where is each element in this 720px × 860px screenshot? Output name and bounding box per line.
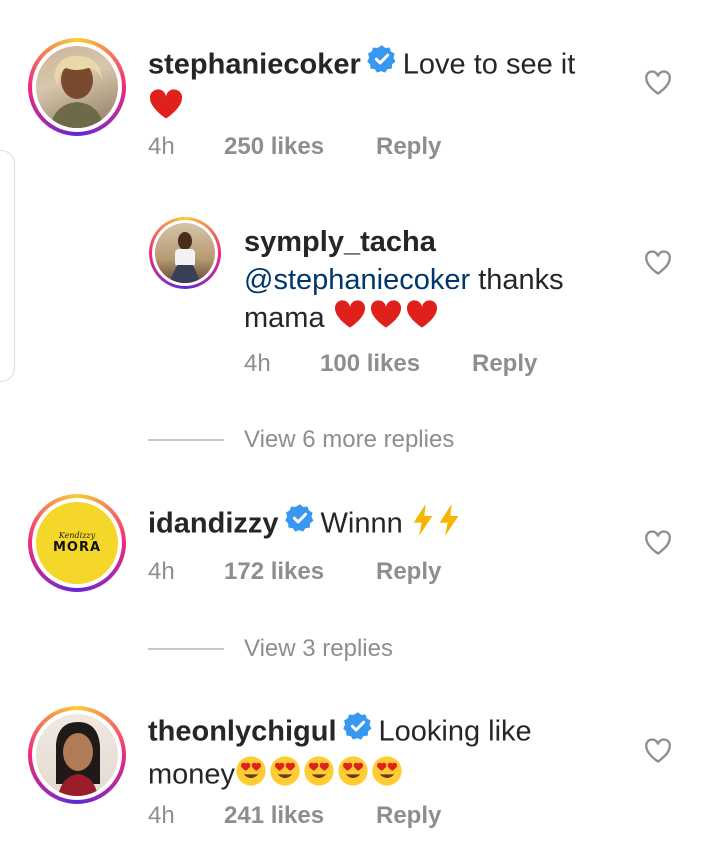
lightning-icon (411, 504, 435, 546)
reply-button[interactable]: Reply (376, 802, 441, 830)
red-heart-icon (148, 88, 184, 130)
comment-text: Winnn (320, 507, 403, 540)
likes-count[interactable]: 241 likes (224, 802, 376, 830)
reply-button[interactable]: Reply (472, 350, 537, 378)
like-heart-icon[interactable] (644, 530, 672, 556)
view-more-replies[interactable]: View 6 more replies (148, 426, 454, 454)
comment-text-line1: thanks (478, 264, 564, 296)
avatar (36, 714, 118, 796)
avatar-ring[interactable] (149, 217, 221, 289)
likes-count[interactable]: 172 likes (224, 558, 376, 586)
reply-button[interactable]: Reply (376, 133, 441, 161)
heart-eyes-icon (235, 755, 267, 797)
avatar-ring[interactable] (28, 38, 126, 136)
heart-eyes-icon (269, 755, 301, 797)
verified-badge-icon (284, 503, 315, 543)
comment-time: 4h (148, 558, 175, 585)
comment-text-line2: money (148, 758, 236, 791)
username[interactable]: stephaniecoker (148, 49, 361, 81)
reply-button[interactable]: Reply (376, 558, 441, 586)
heart-eyes-icon (337, 755, 369, 797)
comment-time: 4h (148, 802, 175, 829)
mention-link[interactable]: @stephaniecoker (244, 264, 470, 296)
heart-eyes-icon (371, 755, 403, 797)
red-heart-icon (369, 299, 403, 339)
comment-text: Love to see it (402, 48, 576, 81)
likes-count[interactable]: 100 likes (320, 350, 472, 378)
like-heart-icon[interactable] (644, 738, 672, 764)
side-panel-edge (0, 150, 15, 382)
comment-text: Looking like (378, 715, 532, 748)
divider-line (148, 648, 224, 650)
likes-count[interactable]: 250 likes (224, 133, 376, 161)
verified-badge-icon (367, 44, 397, 84)
avatar-title: MORA (52, 540, 102, 555)
comment-time: 4h (244, 350, 271, 377)
avatar-ring[interactable] (28, 706, 126, 804)
username[interactable]: symply_tacha (244, 226, 436, 258)
red-heart-icon (333, 299, 367, 339)
verified-badge-icon (342, 711, 373, 751)
comment-text-line2: mama (244, 302, 325, 334)
avatar-ring[interactable]: Kendizzy MORA (28, 494, 126, 592)
avatar (36, 46, 118, 128)
comment-time: 4h (148, 133, 175, 160)
like-heart-icon[interactable] (644, 250, 672, 276)
view-replies-label: View 3 replies (244, 635, 393, 662)
view-replies[interactable]: View 3 replies (148, 635, 393, 663)
avatar-caption: Kendizzy (58, 531, 96, 540)
lightning-icon (437, 504, 461, 546)
heart-eyes-icon (303, 755, 335, 797)
red-heart-icon (405, 299, 439, 339)
avatar (155, 223, 215, 283)
view-more-label: View 6 more replies (244, 426, 455, 453)
avatar: Kendizzy MORA (36, 502, 118, 584)
heart-eyes-emoji-group (235, 756, 405, 791)
like-heart-icon[interactable] (644, 70, 672, 96)
username[interactable]: theonlychigul (148, 716, 337, 748)
divider-line (148, 439, 224, 441)
username[interactable]: idandizzy (148, 508, 279, 540)
